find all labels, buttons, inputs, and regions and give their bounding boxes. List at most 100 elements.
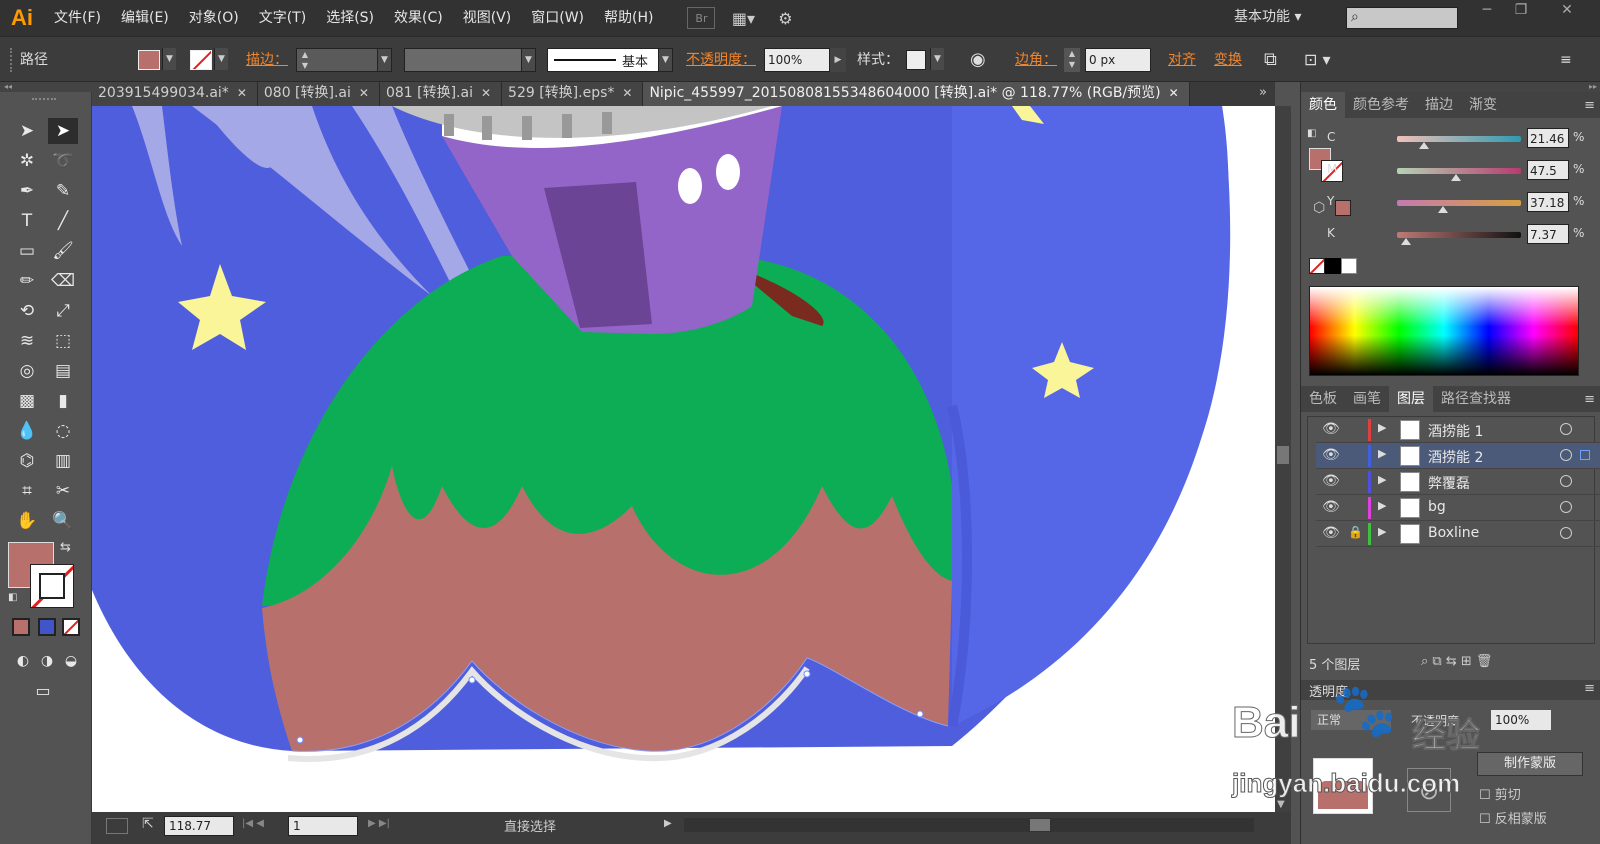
close-window-button[interactable]: ✕ xyxy=(1552,2,1582,24)
menu-file[interactable]: 文件(F) xyxy=(44,0,111,36)
scroll-down-icon[interactable]: ▼ xyxy=(1277,799,1285,810)
close-icon[interactable]: ✕ xyxy=(1169,86,1179,100)
magenta-slider[interactable]: M 47.5 % xyxy=(1311,158,1591,186)
arrange-icon[interactable]: ⊡ ▾ xyxy=(1304,48,1340,72)
visibility-eye-icon[interactable]: 👁 xyxy=(1322,499,1340,515)
target-circle-icon[interactable] xyxy=(1560,475,1572,487)
none-swatch[interactable] xyxy=(1309,258,1325,274)
expand-arrow-icon[interactable]: ▶ xyxy=(1378,499,1386,512)
swap-fill-stroke-icon[interactable]: ⇆ xyxy=(60,540,71,555)
channel-value[interactable]: 37.18 xyxy=(1527,192,1569,212)
align-link[interactable]: 对齐 xyxy=(1168,48,1196,72)
tab-document-4[interactable]: 529 [转换].eps* ✕ xyxy=(502,82,644,106)
rotate-tool-icon[interactable]: ⟲ xyxy=(12,298,42,324)
layer-row[interactable]: 👁 🔒 ▶ Boxline xyxy=(1316,521,1600,547)
draw-inside-icon[interactable]: ◒ xyxy=(56,648,86,674)
transform-link[interactable]: 变换 xyxy=(1214,48,1242,72)
clip-checkbox[interactable]: ☐ 剪切 xyxy=(1479,784,1521,803)
close-icon[interactable]: ✕ xyxy=(359,86,369,100)
share-icon[interactable]: ⇱ xyxy=(142,816,154,832)
shape-builder-tool-icon[interactable]: ◎ xyxy=(12,358,42,384)
visibility-eye-icon[interactable]: 👁 xyxy=(1322,525,1340,541)
default-colors-icon[interactable]: ◧ xyxy=(8,592,17,603)
layer-row[interactable]: 👁 ▶ 酒捞能 1 xyxy=(1316,417,1600,443)
corner-stepper[interactable]: ▲ ▼ xyxy=(1064,48,1080,72)
none-mode-icon[interactable] xyxy=(62,618,80,636)
pen-tool-icon[interactable]: ✒ xyxy=(12,178,42,204)
gradient-tool-icon[interactable]: ▮ xyxy=(48,388,78,414)
free-transform-tool-icon[interactable]: ⬚ xyxy=(48,328,78,354)
selection-tool-icon[interactable]: ➤ xyxy=(12,118,42,144)
slider-thumb[interactable] xyxy=(1401,238,1412,245)
visibility-eye-icon[interactable]: 👁 xyxy=(1322,447,1340,463)
tab-layers[interactable]: 图层 xyxy=(1389,386,1433,412)
workspace-switcher[interactable]: 基本功能 ▾ xyxy=(1234,0,1301,36)
horizontal-scroll-thumb[interactable] xyxy=(1030,819,1050,831)
black-slider[interactable]: K 7.37 % xyxy=(1311,222,1591,250)
menu-effect[interactable]: 效果(C) xyxy=(384,0,453,36)
stroke-weight-field[interactable]: ▲ ▼ ▼ xyxy=(296,48,392,72)
hand-tool-icon[interactable]: ✋ xyxy=(12,508,42,534)
target-circle-icon[interactable] xyxy=(1560,527,1572,539)
slider-thumb[interactable] xyxy=(1438,206,1449,213)
menu-object[interactable]: 对象(O) xyxy=(179,0,249,36)
make-mask-button[interactable]: 制作蒙版 xyxy=(1477,752,1583,776)
vertical-scroll-thumb[interactable] xyxy=(1277,446,1289,464)
mesh-tool-icon[interactable]: ▩ xyxy=(12,388,42,414)
isolate-icon[interactable]: ⧉ xyxy=(1264,48,1288,72)
scale-tool-icon[interactable]: ⤢ xyxy=(48,298,78,324)
expand-arrow-icon[interactable]: ▶ xyxy=(1378,473,1386,486)
recolor-icon[interactable]: ◉ xyxy=(970,48,994,72)
slider-thumb[interactable] xyxy=(1450,174,1461,181)
channel-value[interactable]: 47.5 xyxy=(1527,160,1569,180)
artboard-tool-icon[interactable]: ⌗ xyxy=(12,478,42,504)
layer-row[interactable]: 👁 ▶ bg xyxy=(1316,495,1600,521)
artboard-nav-icon[interactable] xyxy=(106,818,128,834)
restore-button[interactable]: ❐ xyxy=(1506,2,1536,24)
layer-name[interactable]: Boxline xyxy=(1428,525,1479,541)
eyedropper-tool-icon[interactable]: 💧 xyxy=(12,418,42,444)
cyan-slider[interactable]: C 21.46 % xyxy=(1311,126,1591,154)
slider-track[interactable] xyxy=(1397,136,1521,142)
toolbar-collapse-icon[interactable]: ◂◂ xyxy=(0,82,92,92)
corner-radius-field[interactable]: 0 px xyxy=(1085,48,1151,72)
menu-select[interactable]: 选择(S) xyxy=(316,0,384,36)
visibility-eye-icon[interactable]: 👁 xyxy=(1322,473,1340,489)
more-tabs-icon[interactable]: » xyxy=(1251,82,1275,106)
type-tool-icon[interactable]: T xyxy=(12,208,42,234)
tab-stroke[interactable]: 描边 xyxy=(1417,92,1461,118)
white-swatch[interactable] xyxy=(1341,258,1357,274)
black-swatch[interactable] xyxy=(1325,258,1341,274)
magic-wand-tool-icon[interactable]: ✲ xyxy=(12,148,42,174)
channel-value[interactable]: 21.46 xyxy=(1527,128,1569,148)
bridge-icon[interactable]: Br xyxy=(687,7,716,29)
direct-selection-tool-icon[interactable]: ➤ xyxy=(48,118,78,144)
gradient-mode-icon[interactable] xyxy=(38,618,56,636)
corner-label[interactable]: 边角： xyxy=(1015,48,1057,72)
page-field[interactable]: 1 xyxy=(288,816,358,836)
lock-icon[interactable]: 🔒 xyxy=(1348,525,1363,539)
stroke-color-box[interactable] xyxy=(30,564,74,608)
eraser-tool-icon[interactable]: ⌫ xyxy=(48,268,78,294)
brush-definition[interactable]: 基本 ▼ xyxy=(547,48,673,72)
lasso-tool-icon[interactable]: ➰ xyxy=(48,148,78,174)
search-input[interactable]: ⌕ xyxy=(1346,7,1458,29)
slider-thumb[interactable] xyxy=(1418,142,1429,149)
close-icon[interactable]: ✕ xyxy=(237,86,247,100)
pencil-tool-icon[interactable]: ✏ xyxy=(12,268,42,294)
slider-track[interactable] xyxy=(1397,232,1521,238)
tab-document-1[interactable]: 203915499034.ai* ✕ xyxy=(92,82,258,106)
panel-menu-icon[interactable]: ≡ xyxy=(1560,48,1584,72)
arrange-documents-icon[interactable]: ▦▾ xyxy=(725,7,761,29)
tab-document-5[interactable]: Nipic_455997_20150808155348604000 [转换].a… xyxy=(643,82,1190,106)
zoom-tool-icon[interactable]: 🔍 xyxy=(48,508,78,534)
column-graph-tool-icon[interactable]: ▥ xyxy=(48,448,78,474)
layer-name[interactable]: 酒捞能 1 xyxy=(1428,421,1483,441)
layer-actions-icons[interactable]: ⌕ ⧉ ⇆ ⊞ 🗑 xyxy=(1421,654,1492,669)
layer-row[interactable]: 👁 ▶ 酒捞能 2 xyxy=(1316,443,1600,469)
dock-expand-icon[interactable]: ▸▸ xyxy=(1301,82,1600,92)
minimize-button[interactable]: ─ xyxy=(1472,2,1502,24)
tab-document-2[interactable]: 080 [转换].ai ✕ xyxy=(257,82,380,106)
panel-menu-icon[interactable]: ≡ xyxy=(1584,98,1600,113)
channel-value[interactable]: 7.37 xyxy=(1527,224,1569,244)
